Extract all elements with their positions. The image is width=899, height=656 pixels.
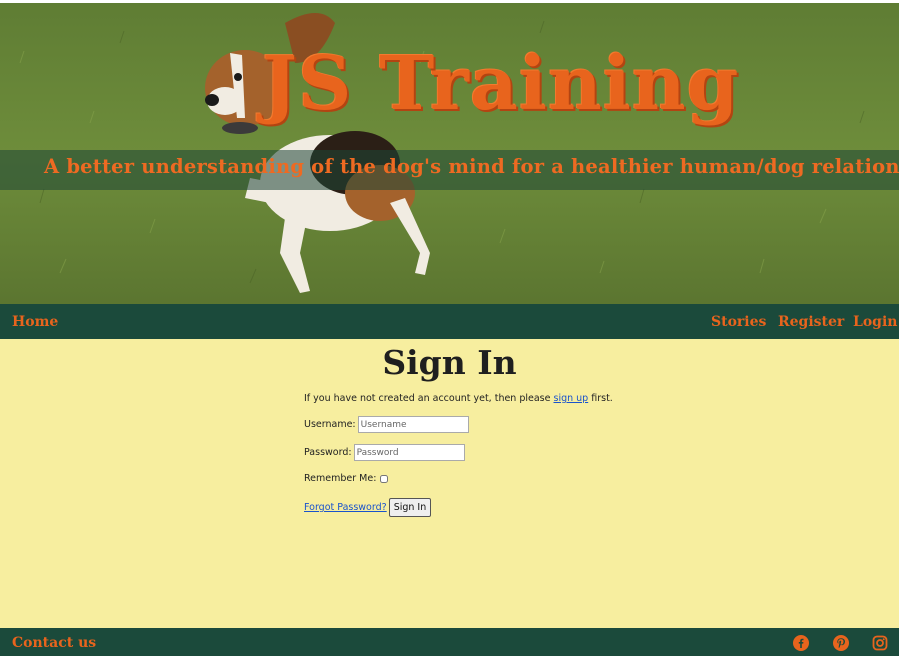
page-title: Sign In bbox=[382, 343, 517, 382]
nav-register-link[interactable]: Register bbox=[778, 314, 844, 330]
remember-me-label: Remember Me: bbox=[304, 473, 377, 484]
username-row: Username: bbox=[304, 416, 469, 433]
signup-prompt: If you have not created an account yet, … bbox=[304, 393, 613, 404]
password-row: Password: bbox=[304, 444, 465, 461]
remember-me-checkbox[interactable] bbox=[380, 474, 389, 483]
actions-row: Forgot Password? Sign In bbox=[304, 498, 432, 517]
nav-home-link[interactable]: Home bbox=[12, 314, 58, 330]
facebook-icon[interactable] bbox=[793, 635, 809, 651]
nav-stories-link[interactable]: Stories bbox=[711, 314, 766, 330]
password-input[interactable] bbox=[353, 444, 465, 461]
username-input[interactable] bbox=[357, 416, 469, 433]
top-nav: Home Stories Register Login bbox=[0, 304, 899, 339]
instagram-icon[interactable] bbox=[872, 635, 888, 651]
contact-us-link[interactable]: Contact us bbox=[12, 635, 96, 651]
hero-banner: JS Training A better understanding of th… bbox=[0, 0, 899, 304]
sign-in-button[interactable]: Sign In bbox=[388, 498, 432, 517]
remember-row: Remember Me: bbox=[304, 473, 389, 484]
site-tagline: A better understanding of the dog's mind… bbox=[44, 155, 899, 178]
site-title: JS Training bbox=[262, 41, 740, 127]
nav-login-link[interactable]: Login bbox=[853, 314, 897, 330]
main-content: Sign In If you have not created an accou… bbox=[0, 339, 899, 628]
pinterest-icon[interactable] bbox=[833, 635, 849, 651]
signup-link[interactable]: sign up bbox=[554, 393, 589, 404]
footer: Contact us bbox=[0, 628, 899, 656]
forgot-password-link[interactable]: Forgot Password? bbox=[304, 502, 387, 513]
password-label: Password: bbox=[304, 447, 352, 458]
signup-prompt-end: first. bbox=[588, 393, 613, 404]
signup-prompt-text: If you have not created an account yet, … bbox=[304, 393, 554, 404]
username-label: Username: bbox=[304, 419, 356, 430]
